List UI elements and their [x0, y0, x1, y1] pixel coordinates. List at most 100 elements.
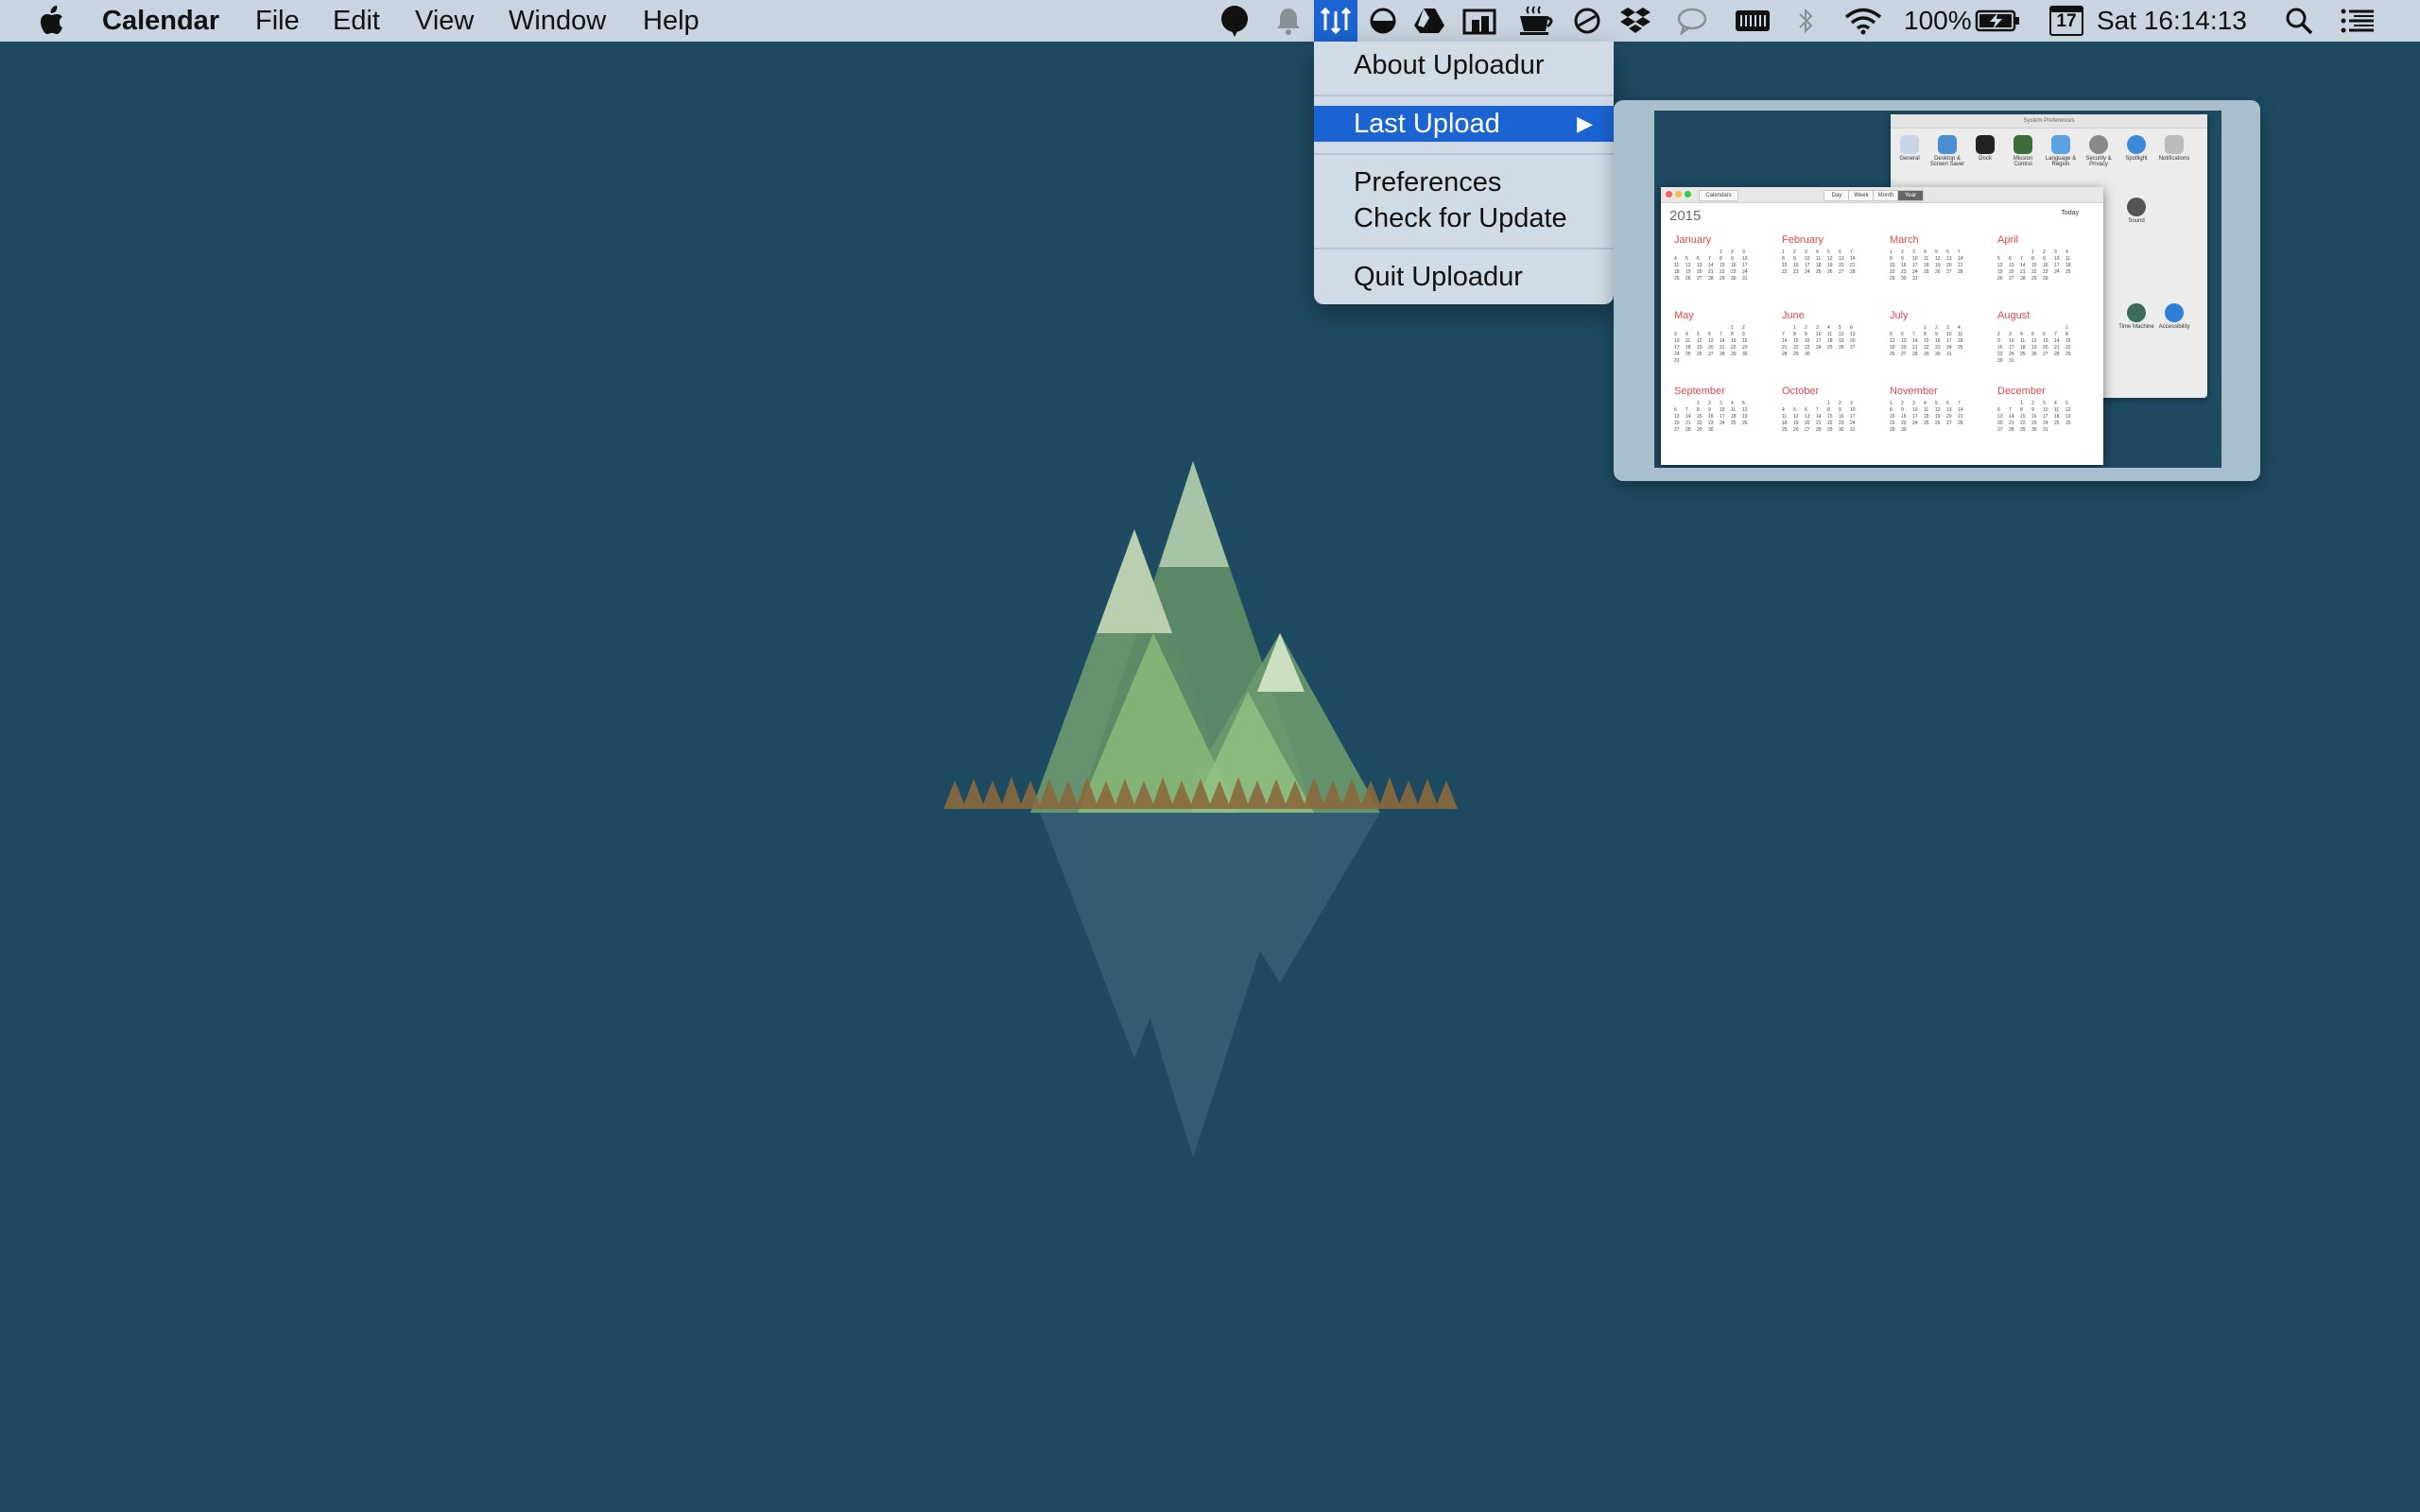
month-days-grid: 1 2 3 4 5 6 7 8 9 10 11 12 13 14 15 16 17 18 19 20 21 22 23 24 2… [1997, 401, 2071, 433]
calendar-year: 2015 [1669, 208, 1702, 224]
pref-label: Accessibility [2158, 324, 2190, 330]
spotlight-pref-icon [2127, 135, 2146, 154]
menu-item-preferences[interactable]: Preferences [1314, 164, 1614, 200]
month-days-grid: 1 2 3 4 5 6 7 8 9 10 11 12 13 14 15 16 17 18 19 20 21 22 23 24 2… [1890, 325, 1963, 357]
month-days-grid: 1 2 3 4 5 6 7 8 9 10 11 12 13 14 15 16 17 18 19 20 21 22 23 24 2… [1890, 249, 1963, 282]
month-name: June [1782, 310, 1805, 321]
pref-label: Security & Privacy [2085, 156, 2112, 167]
month-name: December [1997, 386, 2046, 397]
pref-label: General [1899, 156, 1920, 162]
month-days-grid: 1 2 3 4 5 6 7 8 9 10 11 12 13 14 15 16 17 18 19 20 21 22 23 24 2… [1674, 249, 1748, 282]
pref-label: Time Machine [2118, 324, 2154, 330]
menu-item-last-upload[interactable]: Last Upload ▶ [1314, 106, 1614, 142]
screenshot-thumbnail: System Preferences General Desktop & Scr… [1654, 111, 2221, 468]
messages-icon[interactable] [1675, 0, 1709, 42]
month-name: October [1782, 386, 1820, 397]
menu-item-quit[interactable]: Quit Uploadur [1314, 259, 1614, 295]
month-name: November [1890, 386, 1938, 397]
battery-percent: 100% [1904, 6, 1972, 35]
mini-month: March 1 2 3 4 5 6 7 8 9 10 11 12 13 14 15 16 17 18 19 20 21 22… [1890, 234, 1984, 301]
tab-year: Year [1897, 190, 1924, 201]
google-drive-icon[interactable] [1412, 0, 1446, 42]
month-name: September [1674, 386, 1725, 397]
language-pref-icon [2051, 135, 2070, 154]
menu-separator [1314, 153, 1614, 155]
pref-label: Sound [2128, 218, 2145, 224]
bluetooth-icon[interactable] [1792, 0, 1819, 42]
menu-bar: Calendar File Edit View Window Help 100% [0, 0, 2420, 42]
pref-label: Language & Region [2045, 156, 2077, 167]
tab-month: Month [1873, 190, 1899, 201]
menu-separator [1314, 248, 1614, 249]
menu-window[interactable]: Window [509, 0, 606, 42]
sound-pref-icon [2127, 198, 2146, 216]
month-days-grid: 1 2 3 4 5 6 7 8 9 10 11 12 13 14 15 16 17 18 19 20 21 22 23 24 2… [1782, 401, 1856, 433]
menu-item-check-update[interactable]: Check for Update [1314, 200, 1614, 236]
security-pref-icon [2089, 135, 2108, 154]
calendars-button: Calendars [1699, 190, 1738, 201]
mini-month: October 1 2 3 4 5 6 7 8 9 10 11 12 13 14 15 16 17 18 19 20 21… [1782, 386, 1876, 452]
pref-label: Dock [1979, 156, 1992, 162]
calendar-window-thumbnail: Calendars Day Week Month Year 2015 Today… [1661, 187, 2103, 465]
general-pref-icon [1900, 135, 1919, 154]
mini-month: June 1 2 3 4 5 6 7 8 9 10 11 12 13 14 15 16 17 18 19 20 21 22 2… [1782, 310, 1876, 376]
bell-icon[interactable] [1272, 0, 1305, 42]
mini-month: August 1 2 3 4 5 6 7 8 9 10 11 12 13 14 15 16 17 18 19 20 21 2… [1997, 310, 2092, 376]
mini-month: January 1 2 3 4 5 6 7 8 9 10 11 12 13 14 15 16 17 18 19 20 21… [1674, 234, 1769, 301]
circle-slash-icon[interactable] [1571, 0, 1603, 42]
calendar-toolbar: Calendars Day Week Month Year [1661, 187, 2103, 203]
month-days-grid: 1 2 3 4 5 6 7 8 9 10 11 12 13 14 15 16 17 18 19 20 21 22 23 24 2… [1674, 325, 1748, 364]
month-name: February [1782, 234, 1824, 246]
calendar-date-icon[interactable]: 17 [2048, 0, 2085, 42]
month-days-grid: 1 2 3 4 5 6 7 8 9 10 11 12 13 14 15 16 17 18 19 20 21 22 23 24 2… [1997, 249, 2071, 282]
last-upload-preview[interactable]: System Preferences General Desktop & Scr… [1614, 100, 2260, 481]
uploadur-status-icon[interactable] [1314, 0, 1357, 42]
month-days-grid: 1 2 3 4 5 6 7 8 9 10 11 12 13 14 15 16 17 18 19 20 21 22 23 24 2… [1782, 325, 1856, 357]
close-icon [1666, 191, 1672, 198]
desktop-pref-icon [1938, 135, 1957, 154]
menubar-clock[interactable]: Sat 16:14:13 [2097, 0, 2247, 42]
mountain-wallpaper-art [943, 461, 1458, 1158]
uploadur-menu: About Uploadur Last Upload ▶ Preferences… [1314, 42, 1614, 304]
mini-month: May 1 2 3 4 5 6 7 8 9 10 11 12 13 14 15 16 17 18 19 20 21 22 23… [1674, 310, 1769, 376]
month-days-grid: 1 2 3 4 5 6 7 8 9 10 11 12 13 14 15 16 17 18 19 20 21 22 23 24 2… [1782, 249, 1856, 275]
spotlight-search-icon[interactable] [2280, 0, 2318, 42]
month-name: August [1997, 310, 2031, 321]
menu-file[interactable]: File [255, 0, 300, 42]
speech-bubble-icon[interactable] [1218, 0, 1252, 42]
half-circle-icon[interactable] [1367, 0, 1399, 42]
mini-month: July 1 2 3 4 5 6 7 8 9 10 11 12 13 14 15 16 17 18 19 20 21 22 2… [1890, 310, 1984, 376]
tab-week: Week [1848, 190, 1875, 201]
battery-charging-icon[interactable] [1974, 0, 2021, 42]
app-name-menu[interactable]: Calendar [102, 0, 219, 42]
wifi-icon[interactable] [1843, 0, 1883, 42]
apple-menu-icon[interactable] [36, 0, 68, 42]
menu-item-about[interactable]: About Uploadur [1314, 47, 1614, 83]
accessibility-pref-icon [2165, 303, 2184, 322]
menu-edit[interactable]: Edit [333, 0, 380, 42]
mini-month: April 1 2 3 4 5 6 7 8 9 10 11 12 13 14 15 16 17 18 19 20 21 22… [1997, 234, 2092, 301]
menu-view[interactable]: View [415, 0, 474, 42]
system-preferences-title: System Preferences [1891, 114, 2207, 129]
month-days-grid: 1 2 3 4 5 6 7 8 9 10 11 12 13 14 15 16 17 18 19 20 21 22 23 24 2… [1674, 401, 1748, 433]
memory-meter-icon[interactable] [1734, 0, 1772, 42]
zoom-icon [1685, 191, 1691, 198]
last-upload-label: Last Upload [1354, 109, 1500, 139]
month-name: January [1674, 234, 1712, 246]
coffee-cup-icon[interactable] [1516, 0, 1556, 42]
month-name: April [1997, 234, 2019, 246]
month-days-grid: 1 2 3 4 5 6 7 8 9 10 11 12 13 14 15 16 17 18 19 20 21 22 23 24 2… [1890, 401, 1963, 433]
menu-help[interactable]: Help [643, 0, 700, 42]
dropbox-icon[interactable] [1618, 0, 1652, 42]
mini-month: September 1 2 3 4 5 6 7 8 9 10 11 12 13 14 15 16 17 18 19 20… [1674, 386, 1769, 452]
month-name: May [1674, 310, 1694, 321]
month-days-grid: 1 2 3 4 5 6 7 8 9 10 11 12 13 14 15 16 17 18 19 20 21 22 23 24 2… [1997, 325, 2071, 364]
month-name: July [1890, 310, 1909, 321]
display-icon[interactable] [1461, 0, 1497, 42]
mini-month: February 1 2 3 4 5 6 7 8 9 10 11 12 13 14 15 16 17 18 19 20 2… [1782, 234, 1876, 301]
notification-center-icon[interactable] [2339, 0, 2377, 42]
menu-separator [1314, 94, 1614, 96]
minimize-icon [1675, 191, 1682, 198]
pref-label: Mission Control [2013, 156, 2033, 167]
notifications-pref-icon [2165, 135, 2184, 154]
